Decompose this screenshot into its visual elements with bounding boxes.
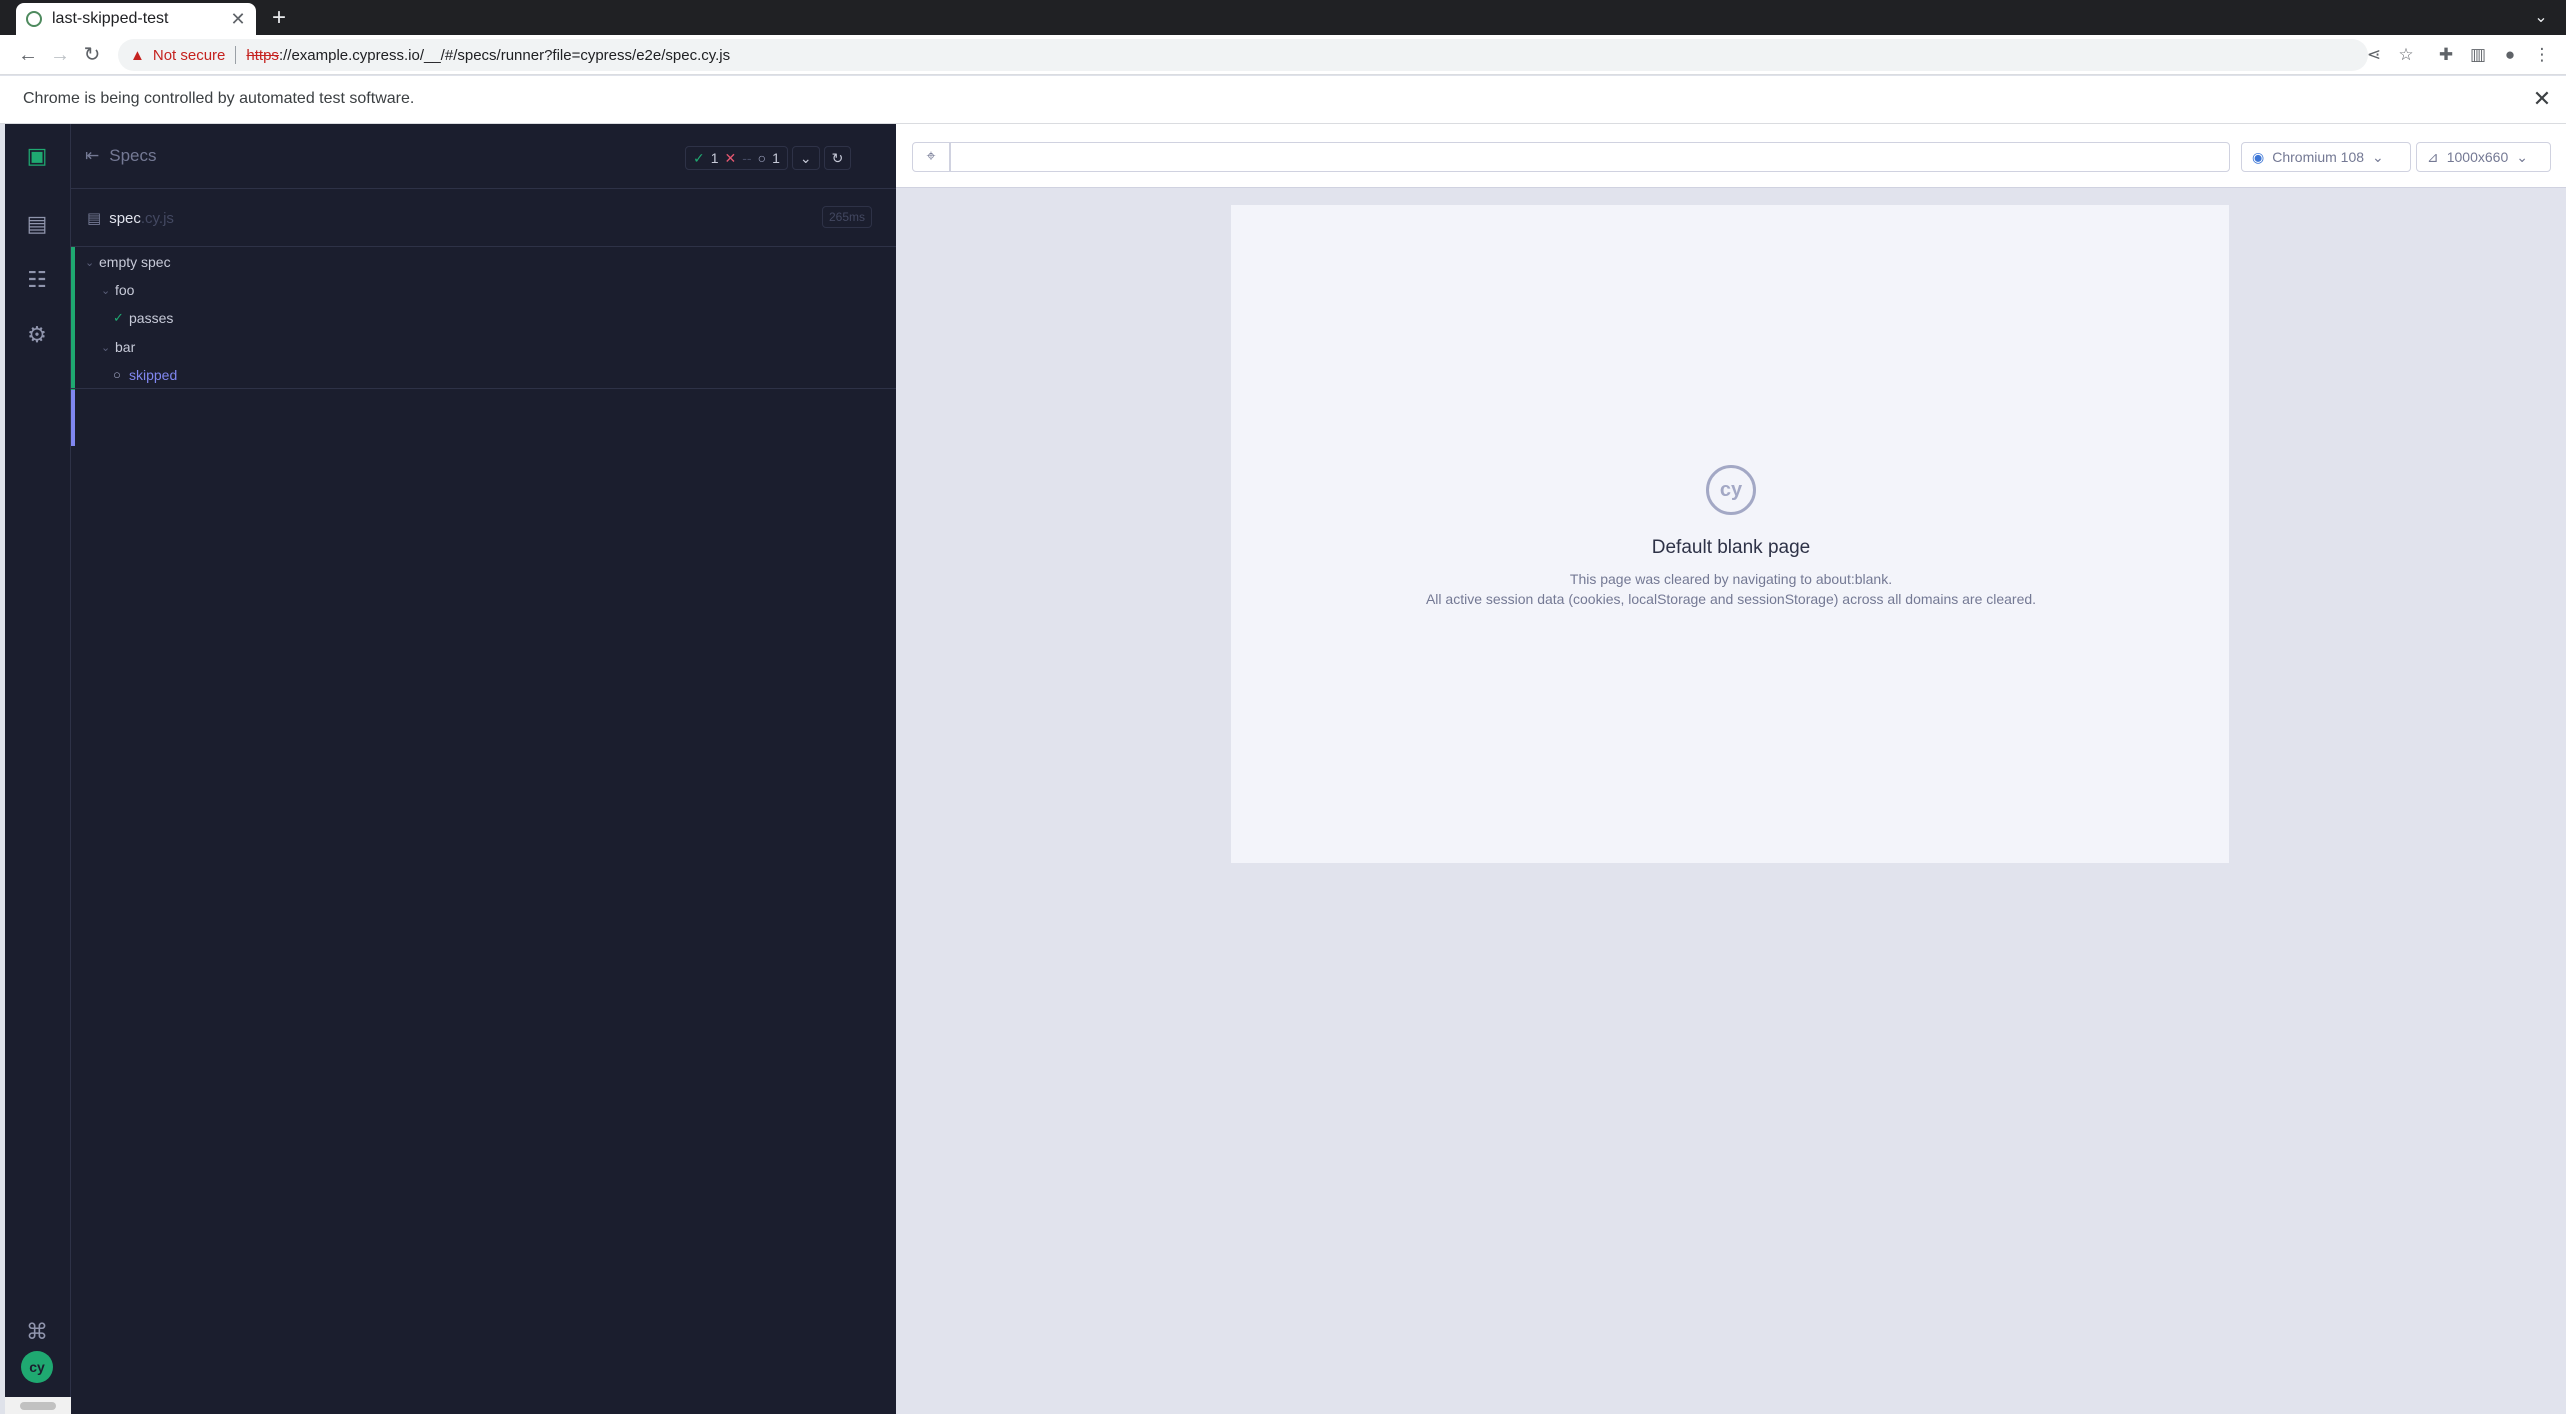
app-under-test-area: ⌖ ◉ Chromium 108 ⌄ ⊿ 1000x660 ⌄ cy Defau… (896, 124, 2566, 1414)
collapse-all-button[interactable]: ⌄ (791, 146, 820, 170)
chevron-down-icon: ⌄ (85, 256, 95, 269)
chrome-menu-icon[interactable]: ⋮ (2530, 43, 2554, 67)
back-icon[interactable]: ← (14, 41, 42, 69)
cypress-logo-icon: cy (1706, 465, 1756, 515)
failed-x-icon: ✕ (724, 149, 737, 166)
pending-count: 1 (772, 150, 780, 166)
suite-row[interactable]: ⌄ bar (71, 333, 896, 361)
chevron-down-icon: ⌄ (799, 149, 812, 166)
warning-icon: ▲ (130, 46, 145, 64)
reporter-panel: ⇤ Specs ✓ 1 ✕ -- ○ 1 ⌄ ↻ ▤ spec.cy.js 26… (71, 124, 896, 1414)
suite-title: empty spec (99, 254, 171, 270)
profile-avatar-icon[interactable]: ● (2498, 43, 2522, 67)
automation-infobar: Chrome is being controlled by automated … (0, 76, 2566, 124)
url-scheme: https (246, 46, 279, 64)
suite-title: foo (115, 282, 135, 298)
forward-icon[interactable]: → (46, 41, 74, 69)
spec-duration: 265ms (821, 206, 872, 228)
cypress-logo: cy (21, 1351, 53, 1383)
side-nav: ▣ ▤ ☷ ⚙ ⌘ cy (5, 124, 71, 1414)
scrollbar-thumb[interactable] (20, 1402, 56, 1410)
spec-extension: .cy.js (140, 209, 174, 227)
pending-circle-icon: ○ (113, 367, 121, 382)
chromium-icon: ◉ (2252, 148, 2265, 165)
passed-check-icon: ✓ (693, 149, 705, 166)
specs-list-toggle[interactable]: ⇤ Specs (85, 142, 157, 170)
address-divider (235, 46, 237, 64)
share-icon[interactable]: ⋖ (2362, 43, 2386, 67)
aut-iframe[interactable]: cy Default blank page This page was clea… (1230, 204, 2230, 864)
nav-runs-icon[interactable]: ☷ (23, 266, 51, 294)
url-text: ://example.cypress.io/__/#/specs/runner?… (278, 46, 731, 64)
reporter-header: ⇤ Specs ✓ 1 ✕ -- ○ 1 ⌄ ↻ (71, 124, 896, 189)
rerun-button[interactable]: ↻ (823, 146, 852, 170)
extensions-icon[interactable]: ✚ (2434, 43, 2458, 67)
blank-page-description: This page was cleared by navigating to a… (1569, 571, 1893, 587)
infobar-message: Chrome is being controlled by automated … (23, 90, 415, 107)
suite-title: bar (115, 339, 136, 355)
document-icon: ▤ (87, 210, 102, 227)
suite-row[interactable]: ⌄ empty spec (71, 248, 896, 276)
failed-count: -- (742, 150, 752, 166)
reload-icon[interactable]: ↻ (78, 41, 106, 69)
tab-strip: last-skipped-test ✕ + ⌄ (0, 0, 2566, 35)
blank-page-description: All active session data (cookies, localS… (1425, 591, 2037, 607)
test-title: skipped (129, 366, 178, 383)
aut-header: ⌖ ◉ Chromium 108 ⌄ ⊿ 1000x660 ⌄ (896, 124, 2566, 188)
chevron-down-icon: ⌄ (2516, 148, 2528, 165)
not-secure-label[interactable]: Not secure (153, 47, 226, 64)
test-row[interactable]: ○ skipped (71, 361, 896, 389)
close-infobar-icon[interactable]: ✕ (2530, 86, 2554, 112)
chevron-down-icon: ⌄ (101, 341, 111, 354)
chevron-down-icon: ⌄ (2372, 148, 2384, 165)
pending-circle-icon: ○ (757, 150, 767, 166)
cypress-favicon-icon (26, 11, 42, 27)
nav-specs-icon[interactable]: ▤ (23, 210, 51, 238)
viewport-selector[interactable]: ⊿ 1000x660 ⌄ (2416, 142, 2551, 172)
stats-counts: ✓ 1 ✕ -- ○ 1 (685, 146, 788, 170)
rerun-icon: ↻ (831, 149, 844, 166)
nav-settings-gear-icon[interactable]: ⚙ (23, 321, 51, 349)
address-bar[interactable]: ▲ Not secure https://example.cypress.io/… (118, 39, 2368, 71)
test-title: passes (129, 310, 174, 326)
cypress-app-icon[interactable]: ▣ (23, 142, 51, 170)
run-stats: ✓ 1 ✕ -- ○ 1 ⌄ ↻ (685, 145, 879, 171)
chevron-down-icon: ⌄ (101, 284, 111, 297)
suite-row[interactable]: ⌄ foo (71, 276, 896, 304)
ruler-icon: ⊿ (2427, 148, 2439, 165)
bookmark-star-icon[interactable]: ☆ (2394, 43, 2418, 67)
keyboard-shortcuts-icon[interactable]: ⌘ (23, 1318, 51, 1346)
collapse-sidebar-icon: ⇤ (85, 146, 100, 165)
browser-name: Chromium 108 (2272, 149, 2365, 165)
browser-tab[interactable]: last-skipped-test ✕ (16, 3, 256, 35)
side-panel-icon[interactable]: ▥ (2466, 43, 2490, 67)
spec-name: spec (109, 209, 141, 227)
browser-selector[interactable]: ◉ Chromium 108 ⌄ (2241, 142, 2411, 172)
test-row[interactable]: ✓ passes (71, 304, 896, 332)
pending-indicator-bar (71, 390, 75, 446)
viewport-size: 1000x660 (2446, 149, 2509, 165)
new-tab-button[interactable]: + (266, 6, 292, 32)
passed-count: 1 (710, 150, 719, 166)
specs-label: Specs (109, 146, 157, 165)
close-tab-icon[interactable]: ✕ (230, 9, 246, 30)
passed-check-icon: ✓ (113, 310, 124, 325)
aut-url-input[interactable] (950, 142, 2230, 172)
tab-search-icon[interactable]: ⌄ (2528, 6, 2554, 32)
blank-page-title: Default blank page (1651, 537, 1811, 558)
spec-file-name: ▤ spec.cy.js (87, 209, 174, 228)
selector-playground-icon[interactable]: ⌖ (912, 142, 950, 172)
spec-file-row[interactable]: ▤ spec.cy.js 265ms (71, 189, 896, 247)
browser-toolbar: ← → ↻ ▲ Not secure https://example.cypre… (0, 35, 2566, 75)
tab-title: last-skipped-test (52, 10, 169, 27)
